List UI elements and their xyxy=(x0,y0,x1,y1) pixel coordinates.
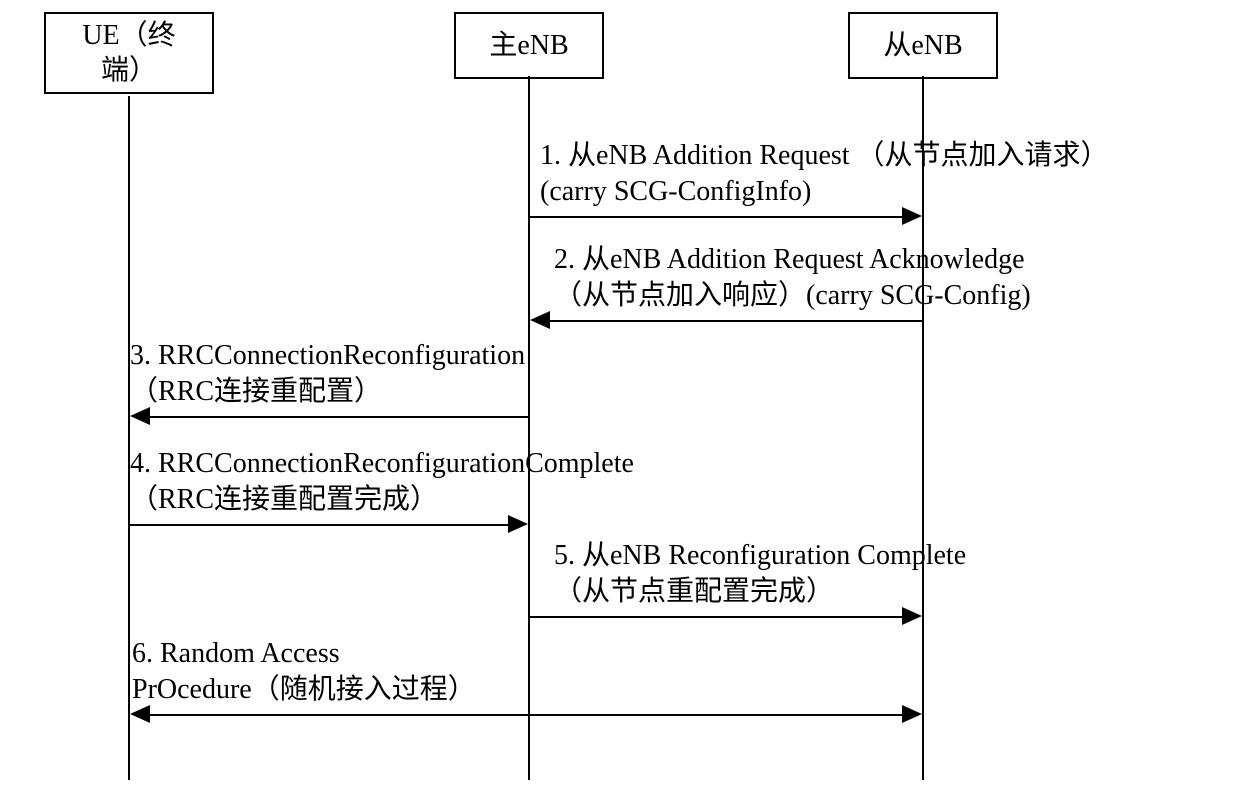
msg2-line2: （从节点加入响应）(carry SCG-Config) xyxy=(554,280,1031,311)
lifeline-ue xyxy=(128,96,130,780)
msg4-line2: （RRC连接重配置完成） xyxy=(130,484,438,515)
msg6-line xyxy=(134,714,918,716)
participant-ue: UE（终 端） xyxy=(44,12,214,94)
msg1-label: 1. 从eNB Addition Request （从节点加入请求） (carr… xyxy=(540,138,1109,211)
participant-senb: 从eNB xyxy=(848,12,998,79)
msg2-line1: 2. 从eNB Addition Request Acknowledge xyxy=(554,244,1025,275)
msg3-line1: 3. RRCConnectionReconfiguration xyxy=(130,340,525,371)
msg4-line xyxy=(130,524,524,526)
participant-menb: 主eNB xyxy=(454,12,604,79)
participant-senb-label: 从eNB xyxy=(883,30,962,61)
msg4-arrow xyxy=(508,515,528,533)
msg1-line1: 1. 从eNB Addition Request （从节点加入请求） xyxy=(540,140,1109,171)
msg4-line1: 4. RRCConnectionReconfigurationComplete xyxy=(130,448,634,479)
participant-ue-label-2: 端） xyxy=(101,55,157,86)
msg5-line xyxy=(530,616,918,618)
lifeline-menb xyxy=(528,76,530,780)
msg6-arrow-right xyxy=(902,705,922,723)
msg5-arrow xyxy=(902,607,922,625)
msg3-label: 3. RRCConnectionReconfiguration （RRC连接重配… xyxy=(130,338,525,411)
msg1-line2: (carry SCG-ConfigInfo) xyxy=(540,176,811,207)
msg3-line2: （RRC连接重配置） xyxy=(130,376,382,407)
msg3-arrow xyxy=(130,407,150,425)
msg3-line xyxy=(134,416,530,418)
msg1-line xyxy=(530,216,918,218)
msg4-label: 4. RRCConnectionReconfigurationComplete … xyxy=(130,446,634,519)
msg6-line2: PrOcedure（随机接入过程） xyxy=(132,674,476,705)
msg2-arrow xyxy=(530,311,550,329)
participant-menb-label: 主eNB xyxy=(489,30,568,61)
sequence-diagram: { "participants": { "ue": { "line1": "UE… xyxy=(0,0,1240,785)
participant-ue-label-1: UE（终 xyxy=(82,20,175,51)
msg6-label: 6. Random Access PrOcedure（随机接入过程） xyxy=(132,636,476,709)
msg1-arrow xyxy=(902,207,922,225)
msg2-line xyxy=(534,320,924,322)
msg6-arrow-left xyxy=(130,705,150,723)
msg5-line2: （从节点重配置完成） xyxy=(554,576,834,607)
msg5-line1: 5. 从eNB Reconfiguration Complete xyxy=(554,540,966,571)
msg5-label: 5. 从eNB Reconfiguration Complete （从节点重配置… xyxy=(554,538,966,611)
msg6-line1: 6. Random Access xyxy=(132,638,340,669)
msg2-label: 2. 从eNB Addition Request Acknowledge （从节… xyxy=(554,242,1031,315)
